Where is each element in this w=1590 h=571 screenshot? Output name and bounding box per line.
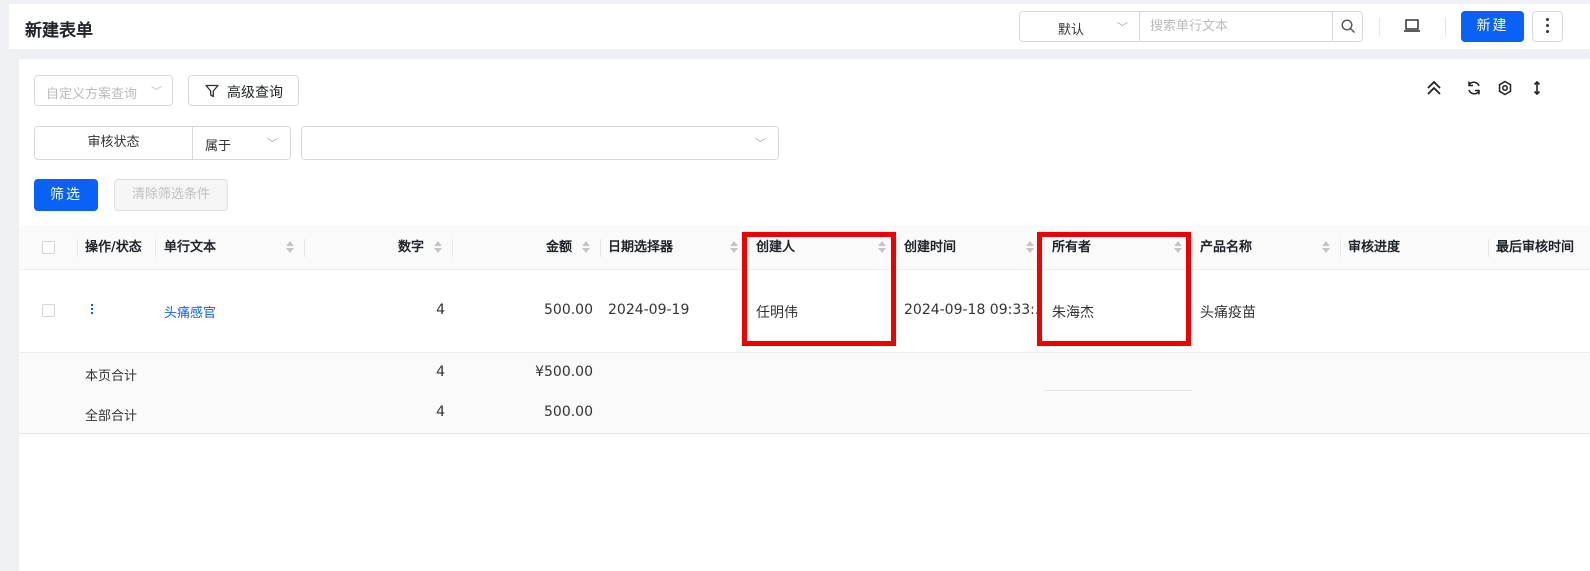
filter-button[interactable]: 筛选: [34, 179, 98, 211]
row-height-icon[interactable]: [1529, 80, 1545, 96]
filter-value-select[interactable]: ﹀: [301, 126, 779, 160]
laptop-icon: [1404, 19, 1420, 32]
chevron-down-icon: ﹀: [755, 137, 766, 150]
divider: [1445, 18, 1446, 36]
preset-query-select[interactable]: 自定义方案查询 ﹀: [34, 75, 173, 106]
column-header-last-review-time[interactable]: 最后审核时间: [1496, 225, 1590, 270]
filter-operator-select[interactable]: 属于 ﹀: [192, 126, 291, 160]
main-panel: 自定义方案查询 ﹀ 高级查询 审核状态 属于 ﹀ ﹀ 筛选 清除筛选条件 操作/…: [19, 59, 1590, 571]
cell-date: 2024-09-19: [608, 302, 690, 318]
new-button[interactable]: 新建: [1461, 11, 1524, 42]
filter-field-select[interactable]: 审核状态: [34, 126, 193, 160]
cell-text-link[interactable]: 头痛感官: [164, 302, 216, 321]
column-header-created-time[interactable]: 创建时间: [904, 225, 956, 270]
page-total-number: 4: [436, 364, 445, 380]
view-select-value: 默认: [1058, 23, 1085, 38]
page-total-amount: ¥500.00: [535, 364, 593, 380]
grand-total-amount: 500.00: [544, 404, 593, 420]
gear-icon[interactable]: [1497, 80, 1513, 96]
sort-icon[interactable]: [434, 241, 442, 255]
column-header-date[interactable]: 日期选择器: [608, 225, 673, 270]
cell-owner: 朱海杰: [1052, 305, 1094, 321]
select-all-checkbox[interactable]: [42, 241, 55, 254]
refresh-icon[interactable]: [1466, 80, 1482, 96]
preset-query-placeholder: 自定义方案查询: [46, 87, 138, 102]
column-divider: [1340, 239, 1341, 257]
filter-operator-value: 属于: [205, 139, 232, 154]
grand-total-label: 全部合计: [85, 409, 138, 424]
column-divider: [77, 239, 78, 257]
column-divider: [600, 239, 601, 257]
sort-icon[interactable]: [1322, 241, 1330, 255]
page-total-label: 本页合计: [85, 369, 138, 384]
page-title: 新建表单: [25, 21, 93, 41]
view-select[interactable]: 默认 ﹀: [1019, 11, 1140, 42]
cell-created-time: 2024-09-18 09:33:...: [904, 302, 1038, 318]
more-vertical-icon[interactable]: [91, 304, 94, 316]
column-divider: [748, 239, 749, 257]
collapse-up-icon[interactable]: [1426, 80, 1442, 96]
sort-icon[interactable]: [730, 241, 738, 255]
top-bar: 新建表单 默认 ﹀ 新建: [9, 4, 1590, 49]
divider: [1379, 18, 1380, 36]
chevron-down-icon: ﹀: [267, 137, 278, 150]
row-checkbox[interactable]: [42, 304, 55, 317]
cell-number: 4: [436, 302, 445, 318]
more-vertical-icon: [1546, 18, 1549, 33]
column-divider: [452, 239, 453, 257]
column-divider: [304, 239, 305, 257]
column-header-actions: 操作/状态: [85, 240, 142, 255]
sort-icon[interactable]: [582, 241, 590, 255]
cell-amount: 500.00: [544, 302, 593, 318]
advanced-query-button[interactable]: 高级查询: [188, 75, 299, 106]
cell-creator: 任明伟: [756, 305, 798, 321]
search-button[interactable]: [1332, 11, 1363, 42]
column-divider: [1192, 239, 1193, 257]
search-icon: [1341, 19, 1356, 34]
sort-icon[interactable]: [286, 241, 294, 255]
sort-icon[interactable]: [878, 241, 886, 255]
sort-icon[interactable]: [1026, 241, 1034, 255]
table-summary: 本页合计 4 ¥500.00 全部合计 4 500.00: [19, 353, 1590, 434]
table-header: 操作/状态 单行文本 数字 金额 日期选择器 创建人 创建时间 所有者 产品名称…: [19, 225, 1590, 270]
advanced-query-label: 高级查询: [227, 85, 283, 101]
chevron-down-icon: ﹀: [1117, 21, 1128, 34]
sort-icon[interactable]: [1174, 241, 1182, 255]
chevron-down-icon: ﹀: [151, 85, 162, 98]
cell-product: 头痛疫苗: [1200, 305, 1256, 321]
filter-icon: [205, 84, 219, 98]
clear-filter-button[interactable]: 清除筛选条件: [114, 179, 228, 211]
grand-total-number: 4: [436, 404, 445, 420]
column-header-text[interactable]: 单行文本: [164, 225, 216, 270]
divider: [1044, 390, 1192, 391]
column-header-creator[interactable]: 创建人: [756, 225, 795, 270]
column-divider: [1488, 239, 1489, 257]
column-header-product[interactable]: 产品名称: [1200, 225, 1252, 270]
column-header-amount[interactable]: 金额: [546, 225, 572, 270]
screen-toggle-button[interactable]: [1403, 18, 1421, 38]
more-button[interactable]: [1532, 11, 1563, 42]
column-divider: [155, 239, 156, 257]
table-row[interactable]: 头痛感官 4 500.00 2024-09-19 任明伟 2024-09-18 …: [19, 271, 1590, 353]
search-input[interactable]: [1139, 11, 1333, 42]
column-header-review-progress[interactable]: 审核进度: [1348, 225, 1400, 270]
column-divider: [1044, 239, 1045, 257]
column-header-number[interactable]: 数字: [398, 225, 424, 270]
column-divider: [896, 239, 897, 257]
column-header-owner[interactable]: 所有者: [1052, 225, 1091, 270]
